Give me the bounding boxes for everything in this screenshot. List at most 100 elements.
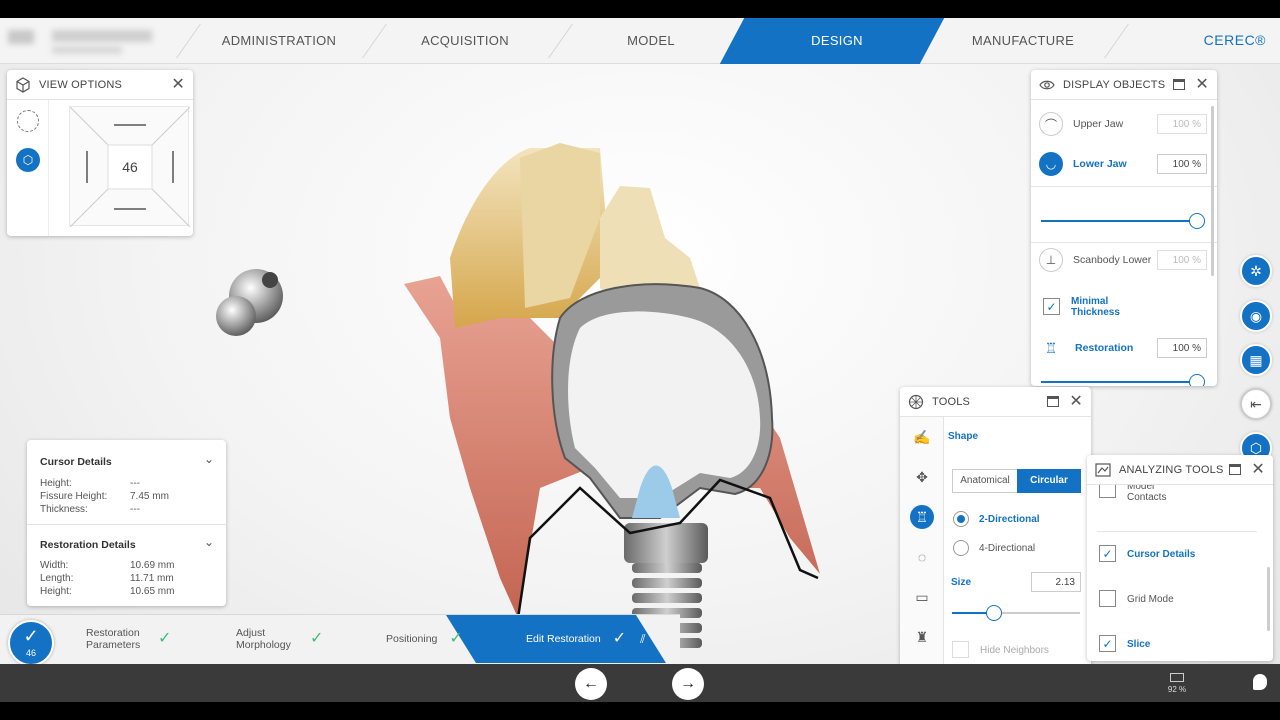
check-icon: ✓ <box>612 630 627 647</box>
shape-section-title: Shape <box>948 431 979 442</box>
brand-logo: CEREC® <box>1203 32 1266 48</box>
patient-info-blurred <box>8 26 178 58</box>
cube-icon <box>15 76 31 93</box>
contact-tool-icon[interactable]: ▭ <box>910 585 934 609</box>
grid-mode-row[interactable]: Grid Mode <box>1087 588 1267 614</box>
shape-tool-icon[interactable]: ♖ <box>910 505 934 529</box>
step-positioning[interactable]: Positioning ✓ <box>386 615 463 663</box>
next-button[interactable]: → <box>672 668 704 700</box>
scanbody-opacity[interactable]: 100 % <box>1157 250 1207 270</box>
maximize-icon[interactable] <box>1229 464 1242 475</box>
slice-checkbox[interactable]: ✓ <box>1099 635 1116 652</box>
chevron-down-icon[interactable]: ⌄ <box>204 535 214 549</box>
battery-icon <box>1170 673 1184 682</box>
check-icon: ✓ <box>310 630 324 647</box>
cursor-details-row[interactable]: ✓ Cursor Details <box>1087 543 1267 569</box>
lower-jaw-opacity[interactable]: 100 % <box>1157 154 1207 174</box>
back-button[interactable]: ← <box>575 668 607 700</box>
tools-rail-button[interactable]: ✲ <box>1240 255 1272 287</box>
step-adjust-morphology[interactable]: Adjust Morphology ✓ <box>236 615 323 663</box>
analyzing-tools-title: ANALYZING TOOLS <box>1119 463 1224 476</box>
tooth-badge[interactable]: ✓ 46 <box>8 620 54 666</box>
tools-title: TOOLS <box>932 395 971 408</box>
view-cube[interactable]: 46 <box>69 106 190 227</box>
lower-jaw-slider[interactable] <box>1041 220 1197 222</box>
display-row-restoration[interactable]: ♖ Restoration 100 % <box>1031 330 1217 366</box>
view-options-sidebar: ⬡ <box>7 100 49 236</box>
upper-jaw-opacity[interactable]: 100 % <box>1157 114 1207 134</box>
cube-view-icon[interactable]: ⬡ <box>16 148 40 172</box>
hide-neighbors-label: Hide Neighbors <box>980 645 1049 656</box>
model-contacts-row[interactable]: Model Contacts <box>1087 485 1267 515</box>
analyzing-tools-panel: ANALYZING TOOLS ✕ Model Contacts ✓ Curso… <box>1087 455 1273 661</box>
close-icon[interactable]: ✕ <box>1195 76 1209 93</box>
undo-rail-button[interactable]: ⇤ <box>1240 388 1272 420</box>
step-restoration-parameters[interactable]: Restoration Parameters ✓ <box>86 615 171 663</box>
restoration-slider[interactable] <box>1041 381 1197 383</box>
nav-acquisition[interactable]: ACQUISITION <box>386 18 544 64</box>
check-icon: ✓ <box>158 630 172 647</box>
shape-circular[interactable]: Circular <box>1017 469 1081 493</box>
shape-anatomical[interactable]: Anatomical <box>952 469 1018 493</box>
size-slider-knob[interactable] <box>986 605 1003 621</box>
maximize-icon[interactable] <box>1173 79 1186 90</box>
model-contacts-checkbox[interactable] <box>1099 485 1116 498</box>
analyzing-tools-scrollbar[interactable] <box>1267 567 1270 631</box>
free-view-icon[interactable] <box>17 110 39 132</box>
nav-manufacture[interactable]: MANUFACTURE <box>944 18 1102 64</box>
size-input[interactable]: 2.13 <box>1031 572 1081 592</box>
tooth-icon: ♖ <box>1044 339 1058 356</box>
display-objects-scrollbar[interactable] <box>1211 106 1214 276</box>
check-icon: ✓ <box>449 630 463 647</box>
display-row-scanbody-lower[interactable]: ⊥ Scanbody Lower 100 % <box>1031 242 1217 278</box>
cursor-details-checkbox[interactable]: ✓ <box>1099 545 1116 562</box>
anatomic-tool-icon[interactable]: ♜ <box>910 625 934 649</box>
grid-mode-checkbox[interactable] <box>1099 590 1116 607</box>
tools-sidebar: ✍ ✥ ♖ ◌ ▭ ♜ <box>900 417 944 675</box>
maximize-icon[interactable] <box>1047 396 1060 407</box>
chevron-down-icon[interactable]: ⌄ <box>204 452 214 466</box>
close-icon[interactable]: ✕ <box>171 76 185 93</box>
design-viewport[interactable]: ADMINISTRATION ACQUISITION MODEL DESIGN … <box>0 18 1280 702</box>
badge-tooth-number: 46 <box>25 648 36 658</box>
dentsply-logo <box>1253 674 1267 690</box>
divider <box>1097 531 1257 532</box>
minimal-thickness-row[interactable]: ✓ Minimal Thickness <box>1041 292 1211 322</box>
view-options-title: VIEW OPTIONS <box>39 78 123 91</box>
display-objects-rail-button[interactable]: ◉ <box>1240 300 1272 332</box>
upper-jaw-icon: ⌒ <box>1039 112 1063 136</box>
scale-tool-icon[interactable]: ◌ <box>910 545 934 569</box>
restoration-slider-knob[interactable] <box>1189 374 1205 386</box>
step-edit-restoration[interactable]: Edit Restoration ✓ ⫽ <box>526 615 645 663</box>
eye-icon <box>1039 77 1055 93</box>
details-panel: Cursor Details ⌄ Height: --- Fissure Hei… <box>27 440 226 606</box>
letterbox-top <box>0 0 1280 18</box>
minimal-thickness-checkbox[interactable]: ✓ <box>1043 298 1060 315</box>
display-row-upper-jaw[interactable]: ⌒ Upper Jaw 100 % <box>1031 106 1217 142</box>
move-tool-icon[interactable]: ✥ <box>910 465 934 489</box>
analyzing-icon <box>1095 462 1111 478</box>
four-directional-label: 4-Directional <box>979 543 1036 554</box>
slice-row[interactable]: ✓ Slice <box>1087 633 1267 659</box>
bottom-bar <box>0 664 1280 702</box>
hide-neighbors-checkbox[interactable] <box>952 641 969 658</box>
nav-administration[interactable]: ADMINISTRATION <box>200 18 358 64</box>
lower-jaw-slider-knob[interactable] <box>1189 213 1205 229</box>
restoration-opacity[interactable]: 100 % <box>1157 338 1207 358</box>
display-row-lower-jaw[interactable]: ◡ Lower Jaw 100 % <box>1031 146 1217 182</box>
restoration-details-title: Restoration Details <box>40 539 136 551</box>
more-icon: ⫽ <box>640 632 646 646</box>
analyzing-tools-rail-button[interactable]: ▦ <box>1240 344 1272 376</box>
close-icon[interactable]: ✕ <box>1069 393 1083 410</box>
nav-design[interactable]: DESIGN <box>758 18 916 64</box>
cursor-details-title: Cursor Details <box>40 456 112 468</box>
design-steps-bar: Restoration Parameters ✓ Adjust Morpholo… <box>0 614 680 664</box>
nav-model[interactable]: MODEL <box>572 18 730 64</box>
divider <box>1031 186 1217 187</box>
two-directional-radio[interactable] <box>953 511 969 527</box>
form-tool-icon[interactable]: ✍ <box>910 425 934 449</box>
view-cube-tooth-number: 46 <box>122 159 138 175</box>
close-icon[interactable]: ✕ <box>1251 461 1265 478</box>
four-directional-radio[interactable] <box>953 540 969 556</box>
display-objects-title: DISPLAY OBJECTS <box>1063 78 1166 91</box>
